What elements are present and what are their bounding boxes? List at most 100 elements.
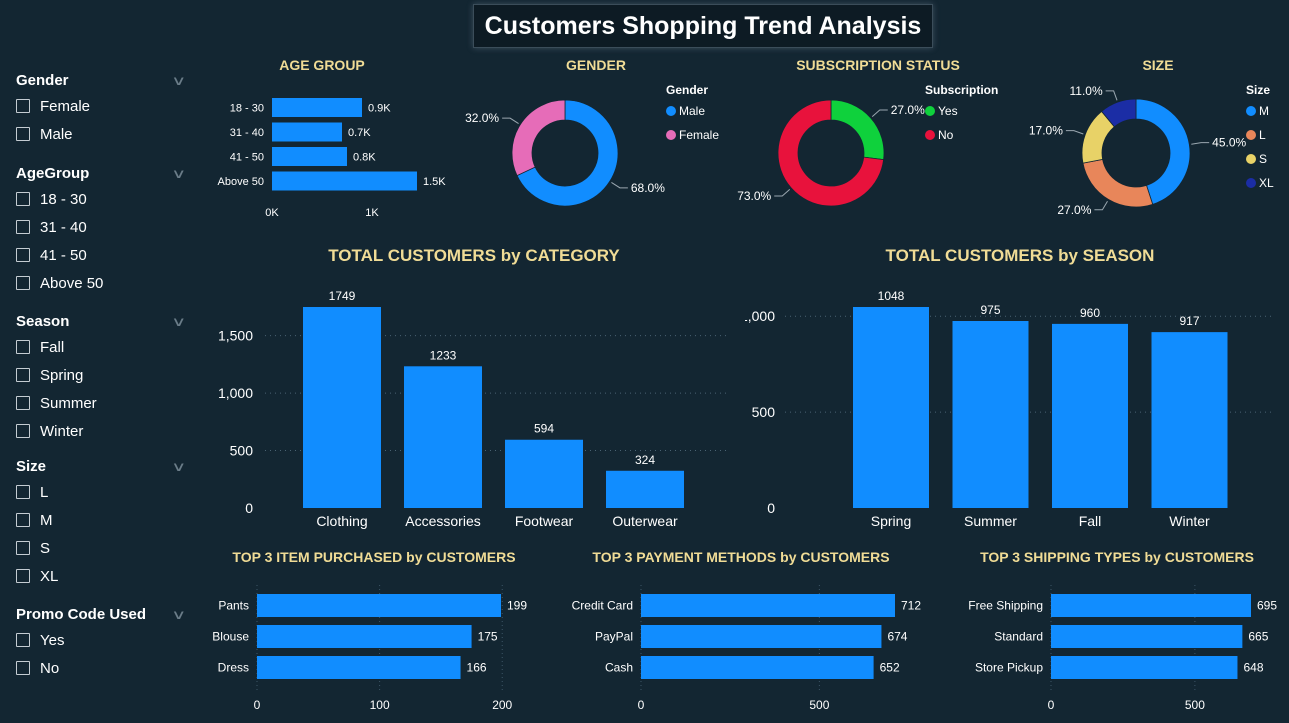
slicer-option[interactable]: 18 - 30 xyxy=(16,185,206,213)
slicer-option[interactable]: 31 - 40 xyxy=(16,213,206,241)
tick-label: 500 xyxy=(230,443,254,459)
size-title: SIZE xyxy=(1142,57,1174,73)
category-label: Spring xyxy=(871,513,911,529)
data-label: 1.5K xyxy=(423,176,446,188)
chevron-down-icon[interactable]: ∨ xyxy=(171,459,186,475)
legend-marker xyxy=(1246,154,1256,164)
shipping-bar-chart[interactable]: Free Shipping 695 Standard 665 Store Pickup 6… xyxy=(945,585,1289,720)
items-bar-chart[interactable]: Pants 199 Blouse 175 Dress 166 0 100 200 xyxy=(185,585,545,720)
checkbox[interactable] xyxy=(16,248,30,262)
bar xyxy=(272,171,417,191)
slicer-option-label: Winter xyxy=(40,422,84,440)
category-label: Store Pickup xyxy=(975,661,1043,675)
data-label: 665 xyxy=(1248,630,1268,644)
tick-label: 100 xyxy=(370,698,390,712)
chevron-down-icon[interactable]: ∨ xyxy=(171,73,186,89)
slicer-option-label: 41 - 50 xyxy=(40,246,87,264)
data-label: 27.0% xyxy=(1057,203,1091,217)
slicer-option-label: No xyxy=(40,659,60,677)
legend-marker xyxy=(666,106,676,116)
category-label: Clothing xyxy=(316,513,367,529)
slicer-option[interactable]: Fall xyxy=(16,333,206,361)
shipping-chart-title: TOP 3 SHIPPING TYPES by CUSTOMERS xyxy=(980,549,1254,565)
checkbox[interactable] xyxy=(16,541,30,555)
age-group-chart[interactable]: 18 - 30 0.9K 31 - 40 0.7K 41 - 50 0.8K Above 5… xyxy=(200,80,470,225)
chevron-down-icon[interactable]: ∨ xyxy=(171,314,186,330)
leader-line xyxy=(1065,130,1084,135)
slicer-option[interactable]: Female xyxy=(16,92,206,120)
legend-label: Yes xyxy=(938,104,958,118)
slicer-option[interactable]: S xyxy=(16,534,206,562)
subscription-donut-chart[interactable]: 27.0% 73.0% Subscription Yes No xyxy=(730,80,1020,225)
bar xyxy=(257,594,501,617)
data-label: 324 xyxy=(635,453,655,467)
tick-label: 500 xyxy=(752,404,776,420)
slicer-option-label: Fall xyxy=(40,338,65,356)
data-label: 17.0% xyxy=(1029,124,1063,138)
category-bar-chart[interactable]: 0 500 1,000 1,500 1749 Clothing 1233 Accessorie… xyxy=(200,275,740,540)
checkbox[interactable] xyxy=(16,220,30,234)
season-bar-chart[interactable]: 0 500 1,000 1048 Spring 975 Summer 960 Fall 917 Wi… xyxy=(745,275,1285,540)
tick-label: 0K xyxy=(265,207,279,219)
checkbox[interactable] xyxy=(16,569,30,583)
slicer-option[interactable]: Spring xyxy=(16,361,206,389)
data-label: 199 xyxy=(507,599,527,613)
category-chart-title: TOTAL CUSTOMERS by CATEGORY xyxy=(328,246,620,265)
bar xyxy=(1051,625,1243,648)
category-label: PayPal xyxy=(595,630,633,644)
tick-label: 1,000 xyxy=(745,308,775,324)
bar xyxy=(272,122,342,142)
payment-chart-title: TOP 3 PAYMENT METHODS by CUSTOMERS xyxy=(592,549,890,565)
slicer-option[interactable]: No xyxy=(16,654,206,682)
legend-label: M xyxy=(1259,104,1269,118)
tick-label: 0 xyxy=(767,500,775,516)
slicer-option[interactable]: Winter xyxy=(16,417,206,445)
slicer-option[interactable]: Male xyxy=(16,120,206,148)
bar xyxy=(1151,332,1228,508)
checkbox[interactable] xyxy=(16,99,30,113)
checkbox[interactable] xyxy=(16,633,30,647)
checkbox[interactable] xyxy=(16,127,30,141)
slicer-option-label: Female xyxy=(40,97,91,115)
checkbox[interactable] xyxy=(16,276,30,290)
checkbox[interactable] xyxy=(16,513,30,527)
tick-label: 500 xyxy=(809,698,829,712)
slicer-option[interactable]: M xyxy=(16,506,206,534)
checkbox[interactable] xyxy=(16,485,30,499)
slicer-size: Size L M S XL xyxy=(16,456,206,590)
legend-label: S xyxy=(1259,152,1267,166)
tick-label: 200 xyxy=(492,698,512,712)
gender-donut-chart[interactable]: 68.0% 32.0% Gender Male Female xyxy=(455,80,745,225)
data-label: 0.9K xyxy=(368,103,391,115)
payment-bar-chart[interactable]: Credit Card 712 PayPal 674 Cash 652 0 500 xyxy=(545,585,945,720)
slicer-option[interactable]: 41 - 50 xyxy=(16,241,206,269)
slicer-option[interactable]: XL xyxy=(16,562,206,590)
slicer-option[interactable]: Above 50 xyxy=(16,269,206,297)
bar xyxy=(606,470,684,508)
legend-marker xyxy=(666,130,676,140)
checkbox[interactable] xyxy=(16,396,30,410)
category-label: Blouse xyxy=(212,630,249,644)
category-label: Above 50 xyxy=(218,176,264,188)
slicer-option[interactable]: Summer xyxy=(16,389,206,417)
data-label: 960 xyxy=(1080,306,1100,320)
chevron-down-icon[interactable]: ∨ xyxy=(171,166,186,182)
data-label: 0.7K xyxy=(348,127,371,139)
size-donut-chart[interactable]: 45.0% 27.0% 17.0% 11.0% Size MLS XL xyxy=(1020,80,1289,225)
slicer-option[interactable]: Yes xyxy=(16,626,206,654)
checkbox[interactable] xyxy=(16,192,30,206)
slicer-option[interactable]: L xyxy=(16,478,206,506)
checkbox[interactable] xyxy=(16,368,30,382)
bar xyxy=(952,321,1029,508)
category-label: Summer xyxy=(964,513,1017,529)
checkbox[interactable] xyxy=(16,661,30,675)
checkbox[interactable] xyxy=(16,340,30,354)
slicer-panel: Gender Female Male ∨ AgeGroup 18 - 30 31 - 40 4… xyxy=(0,0,210,723)
checkbox[interactable] xyxy=(16,424,30,438)
slicer-option-label: Male xyxy=(40,125,73,143)
category-label: Credit Card xyxy=(572,599,633,613)
category-label: 41 - 50 xyxy=(230,152,264,164)
category-label: Winter xyxy=(1169,513,1210,529)
data-label: 917 xyxy=(1179,314,1199,328)
items-chart-title: TOP 3 ITEM PURCHASED by CUSTOMERS xyxy=(232,549,516,565)
